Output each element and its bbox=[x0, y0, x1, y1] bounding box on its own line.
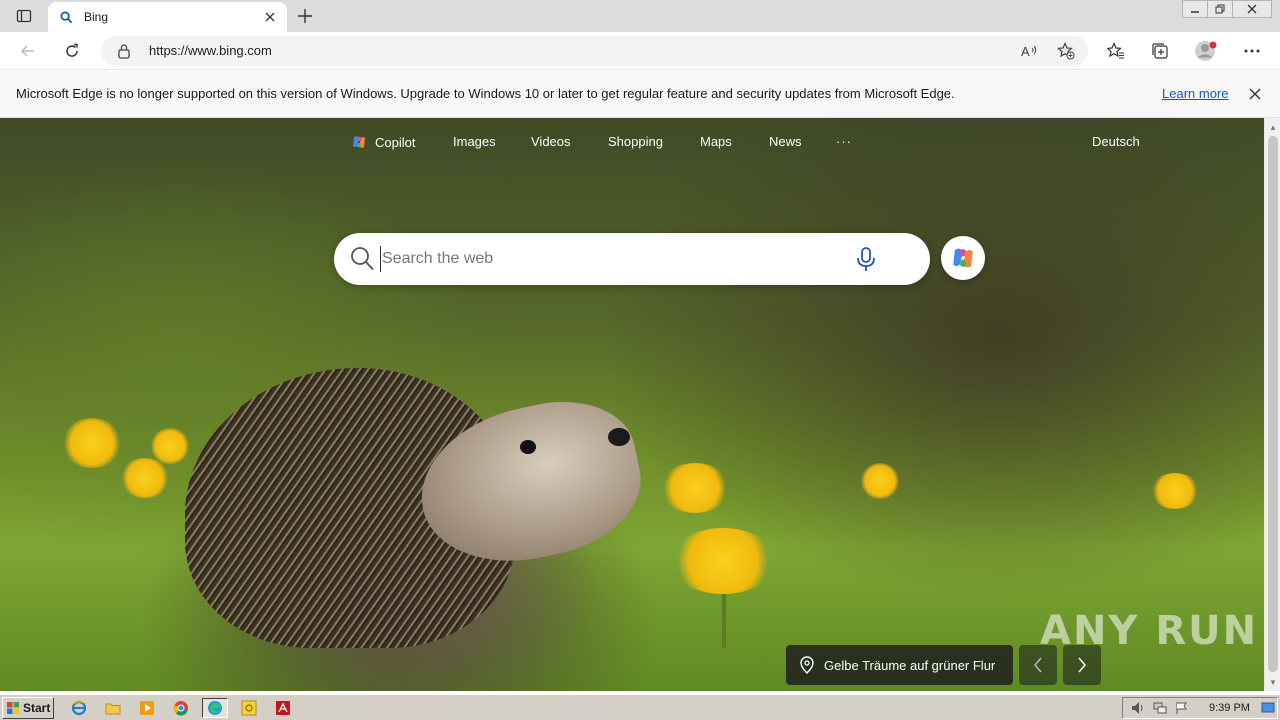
search-favicon-icon bbox=[58, 9, 74, 25]
add-favorite-icon[interactable] bbox=[1053, 39, 1079, 63]
network-icon[interactable] bbox=[1153, 701, 1167, 715]
microphone-icon[interactable] bbox=[854, 246, 878, 275]
copilot-icon bbox=[953, 248, 973, 268]
infobar-message: Microsoft Edge is no longer supported on… bbox=[16, 86, 955, 101]
clock[interactable]: 9:39 PM bbox=[1209, 702, 1250, 714]
hedgehog-nose bbox=[608, 428, 630, 446]
minimize-icon bbox=[1191, 11, 1199, 13]
nav-images[interactable]: Images bbox=[453, 134, 496, 149]
tab-title: Bing bbox=[84, 10, 109, 24]
tab-actions-button[interactable] bbox=[8, 4, 40, 28]
settings-menu-button[interactable] bbox=[1237, 36, 1267, 66]
windows-taskbar: Start 9:39 PM bbox=[0, 694, 1280, 720]
chrome-icon[interactable] bbox=[170, 698, 192, 718]
dandelion-flower bbox=[150, 428, 190, 464]
plus-icon bbox=[298, 9, 312, 23]
tab-strip: Bing bbox=[0, 0, 1280, 32]
scroll-up-icon[interactable]: ▲ bbox=[1265, 119, 1280, 135]
copilot-button[interactable] bbox=[941, 236, 985, 280]
collections-icon bbox=[1152, 43, 1168, 59]
address-toolbar: https://www.bing.com A bbox=[0, 32, 1280, 70]
scroll-down-icon[interactable]: ▼ bbox=[1265, 674, 1280, 690]
dandelion-flower bbox=[670, 528, 776, 594]
close-window-button[interactable] bbox=[1232, 0, 1272, 18]
volume-icon[interactable] bbox=[1131, 701, 1145, 715]
nav-copilot-label: Copilot bbox=[375, 134, 416, 150]
search-box bbox=[334, 233, 930, 285]
window-controls bbox=[1182, 0, 1272, 18]
media-player-icon[interactable] bbox=[136, 698, 158, 718]
minimize-button[interactable] bbox=[1182, 0, 1208, 18]
internet-explorer-icon[interactable] bbox=[68, 698, 90, 718]
new-tab-button[interactable] bbox=[292, 4, 318, 28]
tab-close-icon[interactable] bbox=[259, 6, 281, 28]
collections-button[interactable] bbox=[1145, 36, 1175, 66]
action-center-flag-icon[interactable] bbox=[1175, 701, 1189, 715]
address-bar[interactable]: https://www.bing.com A bbox=[101, 36, 1088, 66]
infobar-close-icon[interactable] bbox=[1245, 84, 1265, 104]
avatar-icon bbox=[1195, 41, 1217, 61]
search-icon[interactable] bbox=[350, 246, 374, 275]
edge-taskbar-button[interactable] bbox=[202, 698, 228, 718]
dandelion-flower bbox=[660, 463, 730, 513]
start-label: Start bbox=[23, 701, 51, 715]
url-text[interactable]: https://www.bing.com bbox=[149, 43, 272, 58]
tab-bing[interactable]: Bing bbox=[48, 2, 287, 32]
nav-news[interactable]: News bbox=[769, 134, 802, 149]
windows-flag-icon bbox=[7, 702, 19, 714]
favorites-button[interactable] bbox=[1101, 36, 1131, 66]
hedgehog-eye bbox=[520, 440, 536, 454]
file-explorer-icon[interactable] bbox=[102, 698, 124, 718]
nav-shopping[interactable]: Shopping bbox=[608, 134, 663, 149]
dandelion-flower bbox=[860, 463, 900, 499]
nav-videos[interactable]: Videos bbox=[531, 134, 571, 149]
unsupported-os-infobar: Microsoft Edge is no longer supported on… bbox=[0, 71, 1280, 118]
lock-icon[interactable] bbox=[117, 43, 131, 62]
page-scrollbar[interactable]: ▲ ▼ bbox=[1264, 118, 1280, 691]
chevron-left-icon bbox=[1034, 657, 1042, 673]
restore-icon bbox=[1215, 4, 1225, 14]
nav-copilot[interactable]: Copilot bbox=[351, 134, 415, 150]
language-link[interactable]: Deutsch bbox=[1092, 134, 1140, 149]
start-button[interactable]: Start bbox=[2, 697, 54, 719]
back-arrow-icon bbox=[20, 45, 34, 57]
read-aloud-icon[interactable]: A bbox=[1017, 39, 1043, 63]
notes-icon[interactable] bbox=[238, 698, 260, 718]
close-icon bbox=[1247, 4, 1257, 14]
system-tray: 9:39 PM bbox=[1122, 697, 1278, 719]
tab-actions-icon bbox=[16, 9, 32, 23]
show-desktop-icon[interactable] bbox=[1261, 701, 1275, 715]
more-dots-icon bbox=[1244, 49, 1260, 53]
image-info-button[interactable]: Gelbe Träume auf grüner Flur bbox=[786, 645, 1013, 685]
acrobat-icon[interactable] bbox=[272, 698, 294, 718]
anyrun-watermark: ANY RUN bbox=[1040, 608, 1259, 654]
dandelion-flower bbox=[120, 458, 170, 498]
edge-icon bbox=[208, 701, 222, 715]
restore-button[interactable] bbox=[1207, 0, 1233, 18]
back-button[interactable] bbox=[13, 36, 43, 66]
refresh-icon bbox=[66, 43, 78, 57]
nav-more[interactable]: ··· bbox=[836, 134, 852, 149]
dandelion-flower bbox=[1150, 473, 1200, 509]
favorites-icon bbox=[1107, 42, 1124, 59]
bing-background-image bbox=[0, 118, 1264, 691]
nav-maps[interactable]: Maps bbox=[700, 134, 732, 149]
image-caption: Gelbe Träume auf grüner Flur bbox=[824, 657, 996, 673]
chevron-right-icon bbox=[1078, 657, 1086, 673]
refresh-button[interactable] bbox=[57, 36, 87, 66]
svg-text:A: A bbox=[1021, 44, 1030, 59]
profile-button[interactable] bbox=[1191, 36, 1221, 66]
search-input[interactable] bbox=[380, 246, 820, 272]
copilot-icon bbox=[353, 136, 365, 148]
dandelion-flower bbox=[62, 418, 122, 468]
location-pin-icon bbox=[800, 656, 814, 674]
learn-more-link[interactable]: Learn more bbox=[1162, 86, 1228, 101]
scroll-thumb[interactable] bbox=[1268, 136, 1278, 672]
